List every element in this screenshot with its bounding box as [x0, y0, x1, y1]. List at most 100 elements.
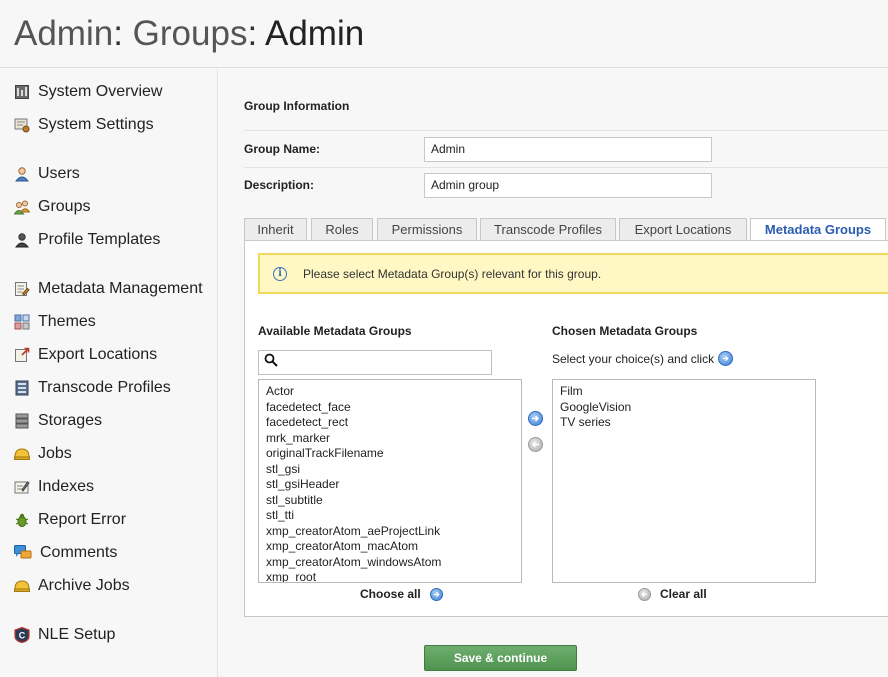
- sidebar-item-export-locations[interactable]: Export Locations: [14, 343, 157, 367]
- transcode-profiles-icon: [14, 380, 30, 396]
- arrow-left-icon: [531, 441, 539, 448]
- group-name-label: Group Name:: [244, 142, 321, 156]
- sidebar-item-storages[interactable]: Storages: [14, 409, 102, 433]
- chosen-hint: Select your choice(s) and click: [552, 351, 734, 366]
- tab-inherit[interactable]: Inherit: [244, 218, 307, 241]
- sidebar-item-label: Transcode Profiles: [38, 379, 171, 396]
- list-item[interactable]: facedetect_rect: [259, 415, 521, 431]
- list-item[interactable]: stl_tti: [259, 508, 521, 524]
- tab-export-locations[interactable]: Export Locations: [619, 218, 747, 241]
- list-item[interactable]: xmp_root: [259, 570, 521, 582]
- list-item[interactable]: GoogleVision: [553, 400, 815, 416]
- sidebar-item-label: Archive Jobs: [38, 577, 130, 594]
- chosen-groups-list[interactable]: Film GoogleVision TV series: [552, 379, 816, 583]
- report-error-icon: [14, 512, 30, 528]
- info-icon: i: [273, 266, 287, 281]
- sidebar-item-indexes[interactable]: Indexes: [14, 475, 94, 499]
- sidebar-item-label: Indexes: [38, 478, 95, 495]
- sidebar-item-label: System Settings: [38, 116, 154, 133]
- arrow-right-icon: [429, 587, 443, 601]
- choose-all-label: Choose all: [360, 587, 421, 601]
- page-title: Admin: Groups: Admin: [14, 14, 364, 54]
- group-name-field[interactable]: Admin: [424, 137, 712, 162]
- breadcrumb-separator: :: [247, 14, 265, 53]
- list-item[interactable]: facedetect_face: [259, 400, 521, 416]
- save-continue-button[interactable]: Save & continue: [424, 645, 577, 671]
- description-field[interactable]: Admin group: [424, 173, 712, 198]
- sidebar-item-label: Groups: [38, 198, 91, 215]
- breadcrumb-groups[interactable]: Groups: [133, 14, 248, 53]
- sidebar-item-label: System Overview: [38, 83, 163, 100]
- main-content: Group Information Group Name: Admin Desc…: [219, 69, 888, 677]
- sidebar-item-label: Jobs: [38, 445, 72, 462]
- divider: [244, 167, 888, 168]
- choose-all-button[interactable]: Choose all: [360, 587, 443, 601]
- indexes-icon: [14, 479, 30, 495]
- list-item[interactable]: xmp_creatorAtom_aeProjectLink: [259, 524, 521, 540]
- sidebar-item-profile-templates[interactable]: Profile Templates: [14, 228, 160, 252]
- themes-icon: [14, 314, 30, 330]
- system-settings-icon: [14, 117, 30, 133]
- archive-jobs-icon: [14, 578, 30, 594]
- jobs-icon: [14, 446, 30, 462]
- sidebar-item-jobs[interactable]: Jobs: [14, 442, 72, 466]
- breadcrumb-admin[interactable]: Admin: [14, 14, 113, 53]
- breadcrumb-separator: :: [113, 14, 133, 53]
- list-item[interactable]: originalTrackFilename: [259, 446, 521, 462]
- sidebar-item-groups[interactable]: Groups: [14, 195, 90, 219]
- list-item[interactable]: stl_gsi: [259, 462, 521, 478]
- sidebar-item-label: Themes: [38, 313, 96, 330]
- system-overview-icon: [14, 84, 30, 100]
- add-selected-button[interactable]: [528, 411, 543, 426]
- arrow-right-icon: [532, 415, 540, 422]
- profile-templates-icon: [14, 232, 30, 248]
- divider: [244, 130, 888, 131]
- sidebar-item-system-overview[interactable]: System Overview: [14, 80, 162, 104]
- sidebar-item-label: Profile Templates: [38, 231, 161, 248]
- sidebar-item-label: Metadata Management: [38, 280, 203, 297]
- chosen-groups-title: Chosen Metadata Groups: [552, 324, 698, 338]
- metadata-groups-panel: i Please select Metadata Group(s) releva…: [244, 240, 888, 617]
- sidebar-item-themes[interactable]: Themes: [14, 310, 96, 334]
- sidebar-item-transcode-profiles[interactable]: Transcode Profiles: [14, 376, 171, 400]
- sidebar: System Overview System Settings Users Gr…: [0, 69, 218, 677]
- notice-text: Please select Metadata Group(s) relevant…: [303, 266, 602, 281]
- tab-metadata-groups[interactable]: Metadata Groups: [750, 218, 886, 242]
- sidebar-item-report-error[interactable]: Report Error: [14, 508, 126, 532]
- search-icon: [264, 353, 278, 372]
- available-groups-list[interactable]: Actor facedetect_face facedetect_rect mr…: [258, 379, 522, 583]
- page-header: Admin: Groups: Admin: [0, 0, 888, 68]
- sidebar-item-system-settings[interactable]: System Settings: [14, 113, 154, 137]
- list-item[interactable]: Actor: [259, 384, 521, 400]
- sidebar-item-comments[interactable]: Comments: [14, 541, 117, 565]
- chosen-hint-text: Select your choice(s) and click: [552, 351, 715, 366]
- metadata-management-icon: [14, 281, 30, 297]
- arrow-right-icon: [718, 351, 734, 366]
- list-item[interactable]: Film: [553, 384, 815, 400]
- list-item[interactable]: mrk_marker: [259, 431, 521, 447]
- sidebar-item-metadata-management[interactable]: Metadata Management: [14, 277, 203, 301]
- tab-roles[interactable]: Roles: [311, 218, 373, 241]
- sidebar-item-label: Export Locations: [38, 346, 158, 363]
- list-item[interactable]: xmp_creatorAtom_windowsAtom: [259, 555, 521, 571]
- sidebar-item-label: Storages: [38, 412, 103, 429]
- sidebar-item-archive-jobs[interactable]: Archive Jobs: [14, 574, 130, 598]
- sidebar-item-label: NLE Setup: [38, 626, 116, 643]
- list-item[interactable]: TV series: [553, 415, 815, 431]
- sidebar-item-users[interactable]: Users: [14, 162, 80, 186]
- search-input[interactable]: [258, 350, 492, 375]
- clear-all-button[interactable]: Clear all: [638, 587, 707, 601]
- info-notice: i Please select Metadata Group(s) releva…: [258, 253, 888, 294]
- available-groups-title: Available Metadata Groups: [258, 324, 412, 338]
- tab-transcode-profiles[interactable]: Transcode Profiles: [480, 218, 616, 241]
- remove-selected-button[interactable]: [528, 437, 543, 452]
- list-item[interactable]: stl_gsiHeader: [259, 477, 521, 493]
- list-item[interactable]: stl_subtitle: [259, 493, 521, 509]
- sidebar-item-nle-setup[interactable]: C NLE Setup: [14, 623, 115, 647]
- list-item[interactable]: xmp_creatorAtom_macAtom: [259, 539, 521, 555]
- tab-permissions[interactable]: Permissions: [377, 218, 477, 241]
- svg-text:C: C: [19, 631, 26, 641]
- breadcrumb-current: Admin: [264, 14, 365, 53]
- clear-all-label: Clear all: [660, 587, 707, 601]
- nle-setup-icon: C: [14, 627, 30, 643]
